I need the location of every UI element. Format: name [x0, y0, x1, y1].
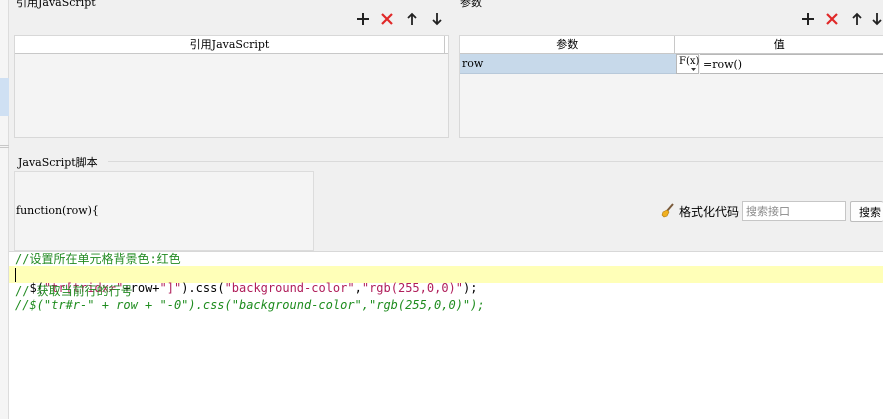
params-grid: 参数 值 — [459, 35, 883, 138]
fx-icon: F(x) — [679, 56, 700, 67]
arrow-up-icon — [852, 12, 862, 25]
ref-js-grid: 引用JavaScript — [14, 35, 449, 138]
code-line-4: //$("tr#r-" + row + "-0").css("backgroun… — [15, 298, 485, 312]
plus-icon — [802, 13, 814, 25]
ref-js-column-header[interactable]: 引用JavaScript — [15, 36, 445, 53]
left-strip-selection — [0, 78, 9, 116]
params-move-down-button[interactable] — [871, 10, 883, 28]
params-add-button[interactable] — [799, 10, 817, 28]
arrow-down-icon — [432, 13, 442, 26]
params-column-value[interactable]: 值 — [675, 36, 883, 53]
params-move-up-button[interactable] — [848, 10, 866, 28]
broom-icon — [661, 203, 674, 218]
search-button[interactable]: 搜索 — [850, 201, 883, 222]
ref-js-delete-button[interactable] — [378, 10, 396, 28]
format-code-button[interactable]: 格式化代码 — [660, 203, 742, 219]
function-signature-box: function(row){ — [14, 171, 314, 251]
chevron-down-icon — [691, 68, 696, 71]
delete-icon — [826, 13, 838, 25]
ref-js-add-button[interactable] — [354, 10, 372, 28]
script-section-title: JavaScript脚本 — [18, 156, 98, 169]
params-section-title: 参数 — [460, 0, 482, 9]
left-strip-divider — [0, 145, 9, 146]
params-delete-button[interactable] — [823, 10, 841, 28]
script-section-divider — [108, 161, 883, 162]
ref-js-move-down-button[interactable] — [428, 10, 446, 28]
params-value-text: =row() — [703, 58, 743, 71]
search-api-input[interactable] — [742, 201, 846, 221]
text-caret — [15, 268, 16, 282]
params-grid-header: 参数 值 — [460, 36, 883, 54]
params-row-name: row — [462, 57, 484, 70]
ref-js-grid-header: 引用JavaScript — [15, 36, 448, 54]
plus-icon — [357, 13, 369, 25]
code-line-3: // 获取当前行的行号 — [15, 284, 133, 298]
params-row[interactable]: row — [460, 54, 676, 74]
arrow-down-icon — [872, 13, 882, 26]
fx-formula-button[interactable]: F(x) — [676, 54, 699, 74]
ref-js-move-up-button[interactable] — [403, 10, 421, 28]
params-column-param[interactable]: 参数 — [460, 36, 676, 53]
function-signature: function(row){ — [16, 204, 99, 217]
format-code-label: 格式化代码 — [679, 204, 740, 219]
left-window-strip — [0, 0, 9, 419]
left-strip-divider — [0, 147, 9, 148]
code-line-1: //设置所在单元格背景色:红色 — [15, 252, 181, 266]
delete-icon — [381, 13, 393, 25]
search-button-label: 搜索 — [859, 205, 881, 219]
params-value-field[interactable]: =row() — [700, 54, 883, 74]
ref-js-section-title: 引用JavaScript — [16, 0, 96, 9]
arrow-up-icon — [407, 12, 417, 25]
